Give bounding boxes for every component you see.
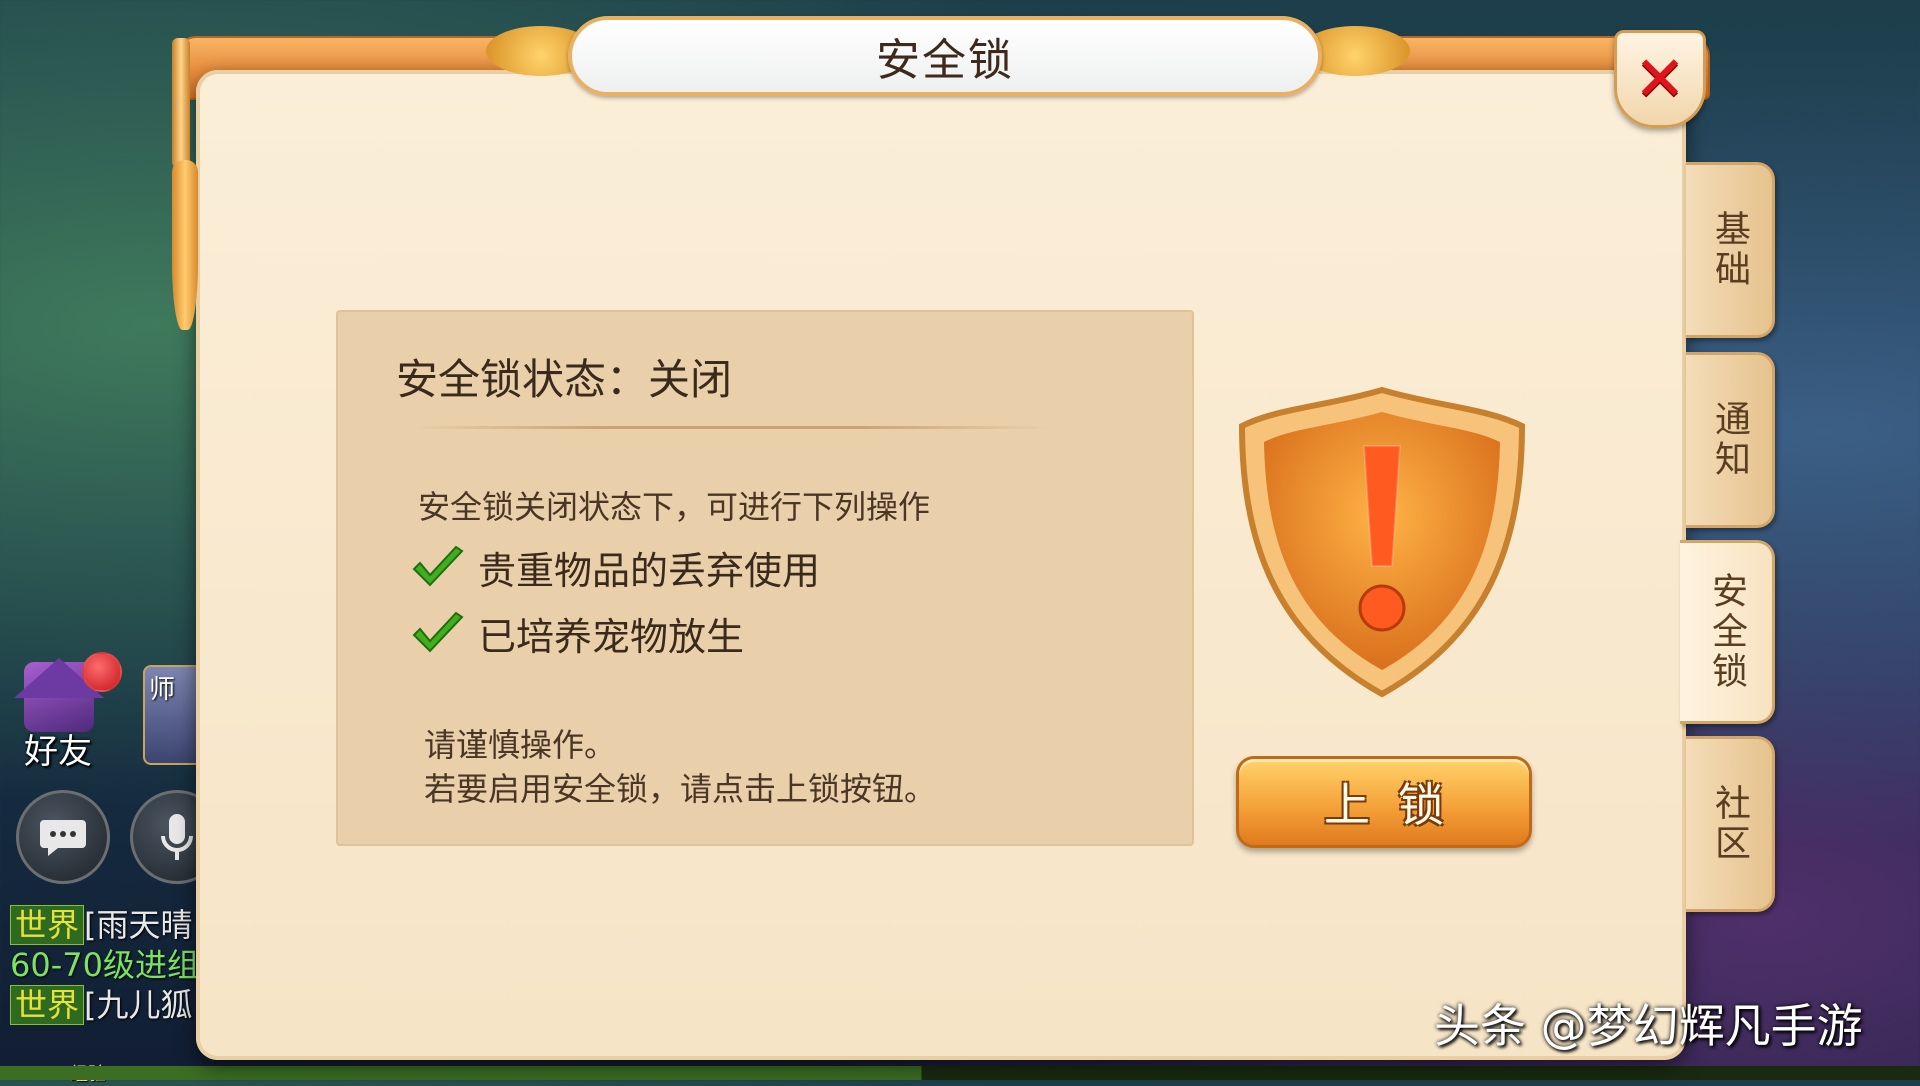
chat-bubble-icon[interactable] xyxy=(16,790,110,884)
chat-line: 世界 [九儿狐 xyxy=(10,985,200,1025)
allowed-action-item: 贵重物品的丢弃使用 xyxy=(410,540,820,595)
chat-line: 60-70级进组 xyxy=(10,945,200,985)
warning-shield-icon xyxy=(1238,386,1526,698)
dialog-title: 安全锁 xyxy=(876,35,1014,86)
chat-line: 世界 [雨天晴 xyxy=(10,905,200,945)
lock-instruction-note: 若要启用安全锁，请点击上锁按钮。 xyxy=(424,770,937,808)
friends-button[interactable]: 好友 xyxy=(10,652,122,772)
friends-label: 好友 xyxy=(24,732,92,772)
lock-status-panel: 安全锁状态：关闭 安全锁关闭状态下，可进行下列操作 贵重物品的丢弃使用 已培养宠… xyxy=(336,310,1194,846)
green-check-icon xyxy=(412,545,464,586)
world-channel-tag: 世界 xyxy=(10,985,85,1025)
tassel-decoration xyxy=(172,160,198,330)
experience-bar xyxy=(0,1066,1920,1080)
allowed-action-label: 贵重物品的丢弃使用 xyxy=(478,549,821,593)
close-icon: ✕ xyxy=(1634,42,1686,115)
divider xyxy=(410,426,1050,429)
close-button[interactable]: ✕ xyxy=(1614,30,1706,128)
allowed-action-item: 已培养宠物放生 xyxy=(410,606,744,661)
world-channel-tag: 世界 xyxy=(10,905,85,945)
tab-notification[interactable]: 通知 xyxy=(1686,352,1775,528)
notification-dot-icon xyxy=(82,652,122,692)
tab-label: 社区 xyxy=(1709,784,1750,864)
watermark: 头条 @梦幻辉凡手游 xyxy=(1434,999,1863,1053)
game-hud: 好友 师 世界[雨天晴 60-70级进组 世界[九儿狐 经验 xyxy=(0,0,224,1085)
tab-basic[interactable]: 基础 xyxy=(1686,162,1775,338)
dialog-title-plate: 安全锁 xyxy=(568,16,1322,96)
tab-label: 通知 xyxy=(1709,400,1750,480)
chat-text: [九儿狐 xyxy=(84,986,193,1024)
master-label: 师 xyxy=(149,675,176,705)
lock-button[interactable]: 上锁 xyxy=(1236,756,1532,848)
caution-note: 请谨慎操作。 xyxy=(424,726,617,764)
chat-text: 60-70级进组 xyxy=(10,946,199,984)
tab-community[interactable]: 社区 xyxy=(1686,736,1775,912)
chat-log: 世界 [雨天晴 60-70级进组 世界 [九儿狐 xyxy=(10,905,200,1025)
tab-security-lock[interactable]: 安全锁 xyxy=(1680,540,1775,724)
status-description: 安全锁关闭状态下，可进行下列操作 xyxy=(418,488,931,526)
green-check-icon xyxy=(412,611,464,652)
lock-button-label: 上锁 xyxy=(1324,778,1472,832)
lock-status-title: 安全锁状态：关闭 xyxy=(396,355,733,404)
tab-label: 安全锁 xyxy=(1706,572,1747,692)
chat-text: [雨天晴 xyxy=(84,906,193,944)
scroll-pole-decoration xyxy=(172,38,190,168)
allowed-action-label: 已培养宠物放生 xyxy=(478,615,745,659)
tab-label: 基础 xyxy=(1709,210,1750,290)
